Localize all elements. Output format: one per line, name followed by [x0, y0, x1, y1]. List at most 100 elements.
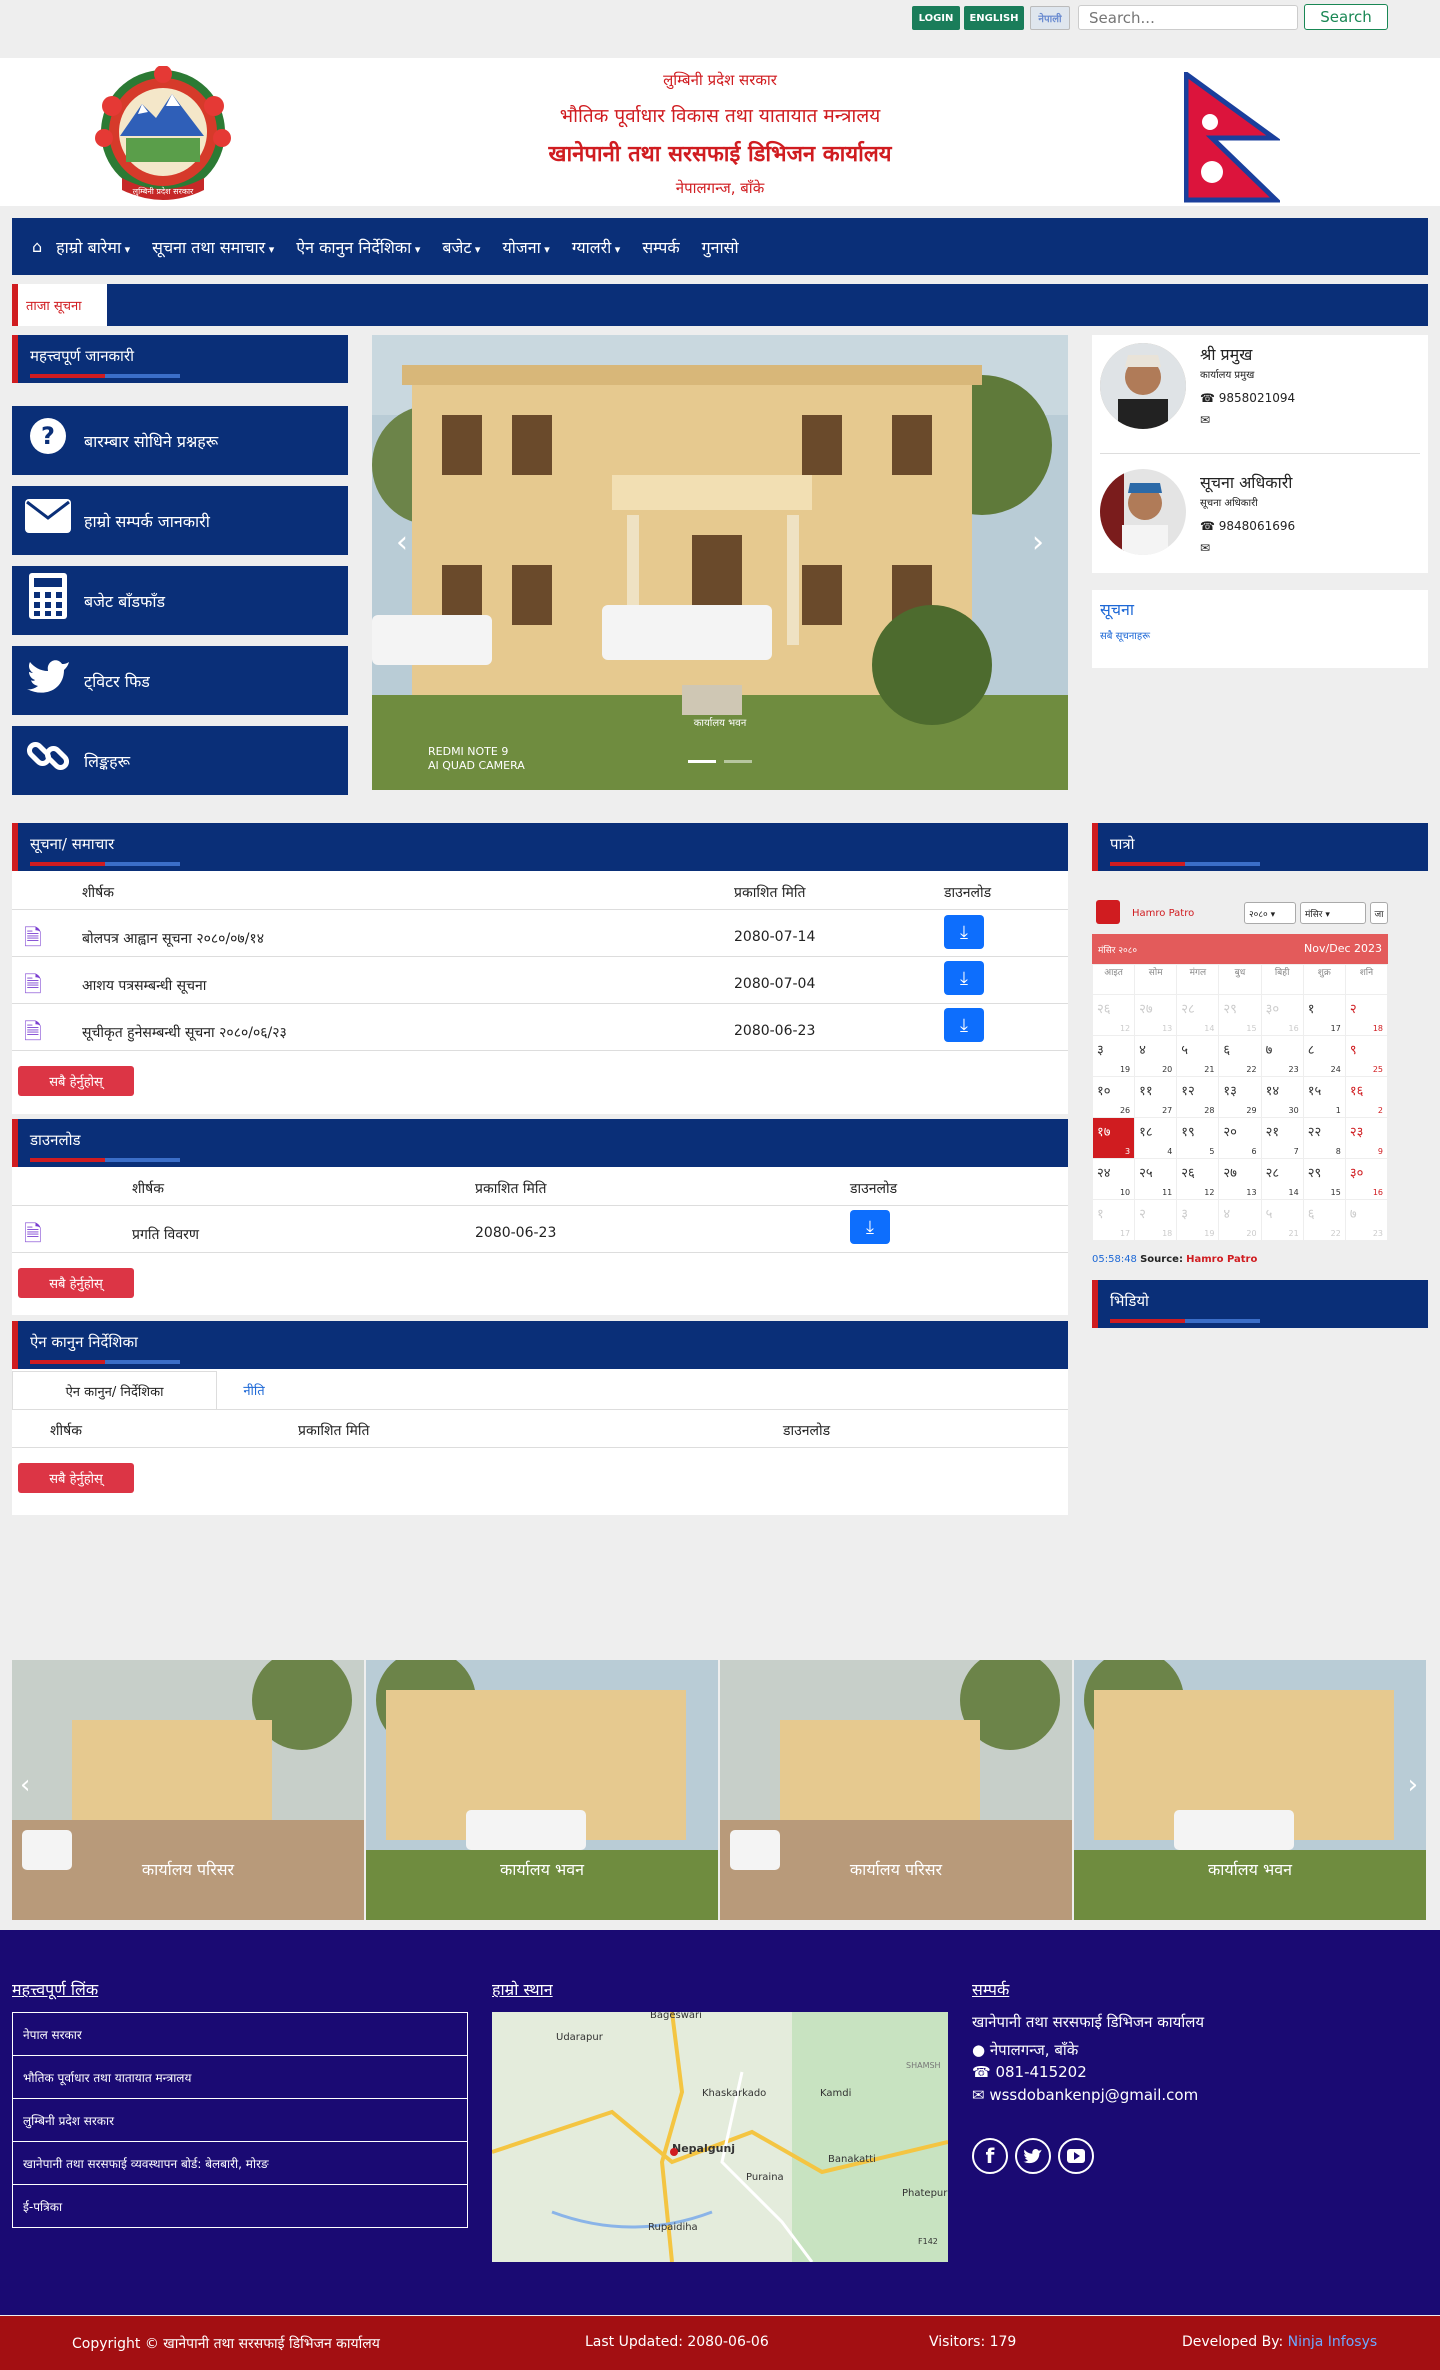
- news-view-all-button[interactable]: सबै हेर्नुहोस्: [18, 1066, 134, 1096]
- calendar-source-link[interactable]: Hamro Patro: [1186, 1254, 1257, 1265]
- twitter-icon[interactable]: [1015, 2138, 1051, 2174]
- notice-box-link[interactable]: सबै सूचनाहरू: [1100, 628, 1150, 642]
- tab-laws[interactable]: ऐन कानुन/ निर्देशिका: [12, 1371, 217, 1409]
- nav-item-grievance[interactable]: गुनासो: [702, 236, 739, 258]
- tile-budget[interactable]: बजेट बाँडफाँड: [12, 566, 348, 635]
- tile-faq[interactable]: ? बारम्बार सोधिने प्रश्नहरू: [12, 406, 348, 475]
- calendar-day[interactable]: २५ 11: [1134, 1158, 1178, 1200]
- download-button[interactable]: ⤓: [850, 1210, 890, 1244]
- tile-contact[interactable]: हाम्रो सम्पर्क जानकारी: [12, 486, 348, 555]
- search-input[interactable]: [1078, 5, 1298, 30]
- nepali-button[interactable]: नेपाली: [1030, 6, 1070, 30]
- calendar-day[interactable]: ४ 20: [1218, 1199, 1262, 1241]
- calendar-day[interactable]: ७ 23: [1260, 1035, 1304, 1077]
- calendar-day[interactable]: १ 17: [1302, 994, 1346, 1036]
- calendar-day[interactable]: ३ 19: [1091, 1035, 1136, 1077]
- gallery-item[interactable]: कार्यालय परिसर ‹: [12, 1660, 364, 1920]
- calendar-day[interactable]: १९ 5: [1176, 1117, 1220, 1159]
- footer-email[interactable]: ✉ wssdobankenpj@gmail.com: [972, 2086, 1198, 2104]
- calendar-day[interactable]: ९ 25: [1344, 1035, 1389, 1077]
- news-row-title[interactable]: आशय पत्रसम्बन्धी सूचना: [82, 976, 206, 995]
- calendar-day[interactable]: १३ 29: [1218, 1076, 1262, 1118]
- news-row-title[interactable]: सूचीकृत हुनेसम्बन्धी सूचना २०८०/०६/२३: [82, 1023, 287, 1042]
- calendar-day[interactable]: ५ 21: [1176, 1035, 1220, 1077]
- download-button[interactable]: ⤓: [944, 1008, 984, 1042]
- calendar-day[interactable]: १२ 28: [1176, 1076, 1220, 1118]
- calendar-day[interactable]: २९ 15: [1302, 1158, 1346, 1200]
- official-2-email-icon[interactable]: ✉: [1200, 541, 1210, 555]
- nav-item-contact[interactable]: सम्पर्क: [642, 236, 679, 258]
- calendar-day[interactable]: २२ 8: [1302, 1117, 1346, 1159]
- footer-link[interactable]: नेपाल सरकार: [12, 2012, 468, 2056]
- tile-links[interactable]: लिङ्कहरू: [12, 726, 348, 795]
- slider-prev-button[interactable]: ‹: [372, 525, 432, 560]
- gallery-item[interactable]: कार्यालय भवन ›: [1074, 1660, 1426, 1920]
- calendar-day[interactable]: २८ 14: [1260, 1158, 1304, 1200]
- calendar-day[interactable]: ५ 21: [1260, 1199, 1304, 1241]
- calendar-day[interactable]: २ 18: [1344, 994, 1389, 1036]
- gallery-item[interactable]: कार्यालय परिसर: [720, 1660, 1072, 1920]
- calendar-day[interactable]: १ 17: [1091, 1199, 1136, 1241]
- slider-indicator-1[interactable]: [688, 760, 716, 763]
- news-row-title[interactable]: बोलपत्र आह्वान सूचना २०८०/०७/१४: [82, 929, 264, 948]
- tile-twitter[interactable]: ट्विटर फिड: [12, 646, 348, 715]
- calendar-day[interactable]: ३ 19: [1176, 1199, 1220, 1241]
- nav-item-budget[interactable]: बजेट: [442, 236, 480, 258]
- facebook-icon[interactable]: f: [972, 2138, 1008, 2174]
- calendar-day[interactable]: २७ 13: [1218, 1158, 1262, 1200]
- calendar-day[interactable]: २ 18: [1134, 1199, 1178, 1241]
- calendar-day[interactable]: २४ 10: [1091, 1158, 1136, 1200]
- search-button[interactable]: Search: [1304, 4, 1388, 30]
- calendar-day[interactable]: २६ 12: [1091, 994, 1136, 1036]
- downloads-view-all-button[interactable]: सबै हेर्नुहोस्: [18, 1268, 134, 1298]
- calendar-day[interactable]: २९ 15: [1218, 994, 1262, 1036]
- calendar-day[interactable]: ३० 16: [1344, 1158, 1389, 1200]
- footer-link[interactable]: भौतिक पूर्वाधार तथा यातायात मन्त्रालय: [12, 2055, 468, 2099]
- calendar-day[interactable]: ४ 20: [1134, 1035, 1178, 1077]
- footer-link[interactable]: ई-पत्रिका: [12, 2184, 468, 2228]
- calendar-day[interactable]: १६ 2: [1344, 1076, 1389, 1118]
- nav-item-plans[interactable]: योजना: [502, 236, 549, 258]
- slider-indicator-2[interactable]: [724, 760, 752, 763]
- home-icon[interactable]: ⌂: [32, 237, 42, 256]
- location-map[interactable]: Bageswari Udarapur Khaskarkado Kamdi Nep…: [492, 2012, 948, 2262]
- calendar-day[interactable]: २० 6: [1218, 1117, 1262, 1159]
- downloads-row-title[interactable]: प्रगति विवरण: [132, 1225, 199, 1244]
- download-button[interactable]: ⤓: [944, 915, 984, 949]
- nav-item-about[interactable]: हाम्रो बारेमा: [56, 236, 130, 258]
- calendar-day[interactable]: २६ 12: [1176, 1158, 1220, 1200]
- calendar-day[interactable]: १८ 4: [1134, 1117, 1178, 1159]
- developer-link[interactable]: Ninja Infosys: [1288, 2334, 1378, 2350]
- calendar-day[interactable]: २८ 14: [1176, 994, 1220, 1036]
- laws-view-all-button[interactable]: सबै हेर्नुहोस्: [18, 1463, 134, 1493]
- notice-box-title[interactable]: सूचना: [1100, 598, 1134, 620]
- login-button[interactable]: LOGIN: [912, 6, 960, 30]
- calendar-day[interactable]: ६ 22: [1218, 1035, 1262, 1077]
- calendar-day[interactable]: १७ 3: [1091, 1117, 1136, 1159]
- calendar-day[interactable]: ११ 27: [1134, 1076, 1178, 1118]
- download-button[interactable]: ⤓: [944, 961, 984, 995]
- calendar-day[interactable]: २७ 13: [1134, 994, 1178, 1036]
- youtube-icon[interactable]: [1058, 2138, 1094, 2174]
- calendar-day[interactable]: ८ 24: [1302, 1035, 1346, 1077]
- calendar-year-select[interactable]: २०८० ▾: [1244, 902, 1296, 924]
- calendar-month-select[interactable]: मंसिर ▾: [1300, 902, 1366, 924]
- nav-item-laws[interactable]: ऐन कानुन निर्देशिका: [296, 236, 420, 258]
- slider-next-button[interactable]: ›: [1008, 525, 1068, 560]
- nav-item-gallery[interactable]: ग्यालरी: [572, 236, 621, 258]
- calendar-day[interactable]: १४ 30: [1260, 1076, 1304, 1118]
- gallery-next-button[interactable]: ›: [1408, 1770, 1418, 1800]
- calendar-day[interactable]: १० 26: [1091, 1076, 1136, 1118]
- calendar-day[interactable]: ३० 16: [1260, 994, 1304, 1036]
- english-button[interactable]: ENGLISH: [964, 6, 1024, 30]
- nav-item-news[interactable]: सूचना तथा समाचार: [152, 236, 274, 258]
- calendar-day[interactable]: २३ 9: [1344, 1117, 1389, 1159]
- tab-policy[interactable]: नीति: [234, 1371, 274, 1409]
- gallery-prev-button[interactable]: ‹: [20, 1770, 30, 1800]
- gallery-item[interactable]: कार्यालय भवन: [366, 1660, 718, 1920]
- calendar-go-button[interactable]: जा: [1370, 902, 1388, 924]
- calendar-day[interactable]: १५ 1: [1302, 1076, 1346, 1118]
- footer-link[interactable]: खानेपानी तथा सरसफाई व्यवस्थापन बोर्ड: बे…: [12, 2141, 468, 2185]
- official-1-email-icon[interactable]: ✉: [1200, 413, 1210, 427]
- footer-link[interactable]: लुम्बिनी प्रदेश सरकार: [12, 2098, 468, 2142]
